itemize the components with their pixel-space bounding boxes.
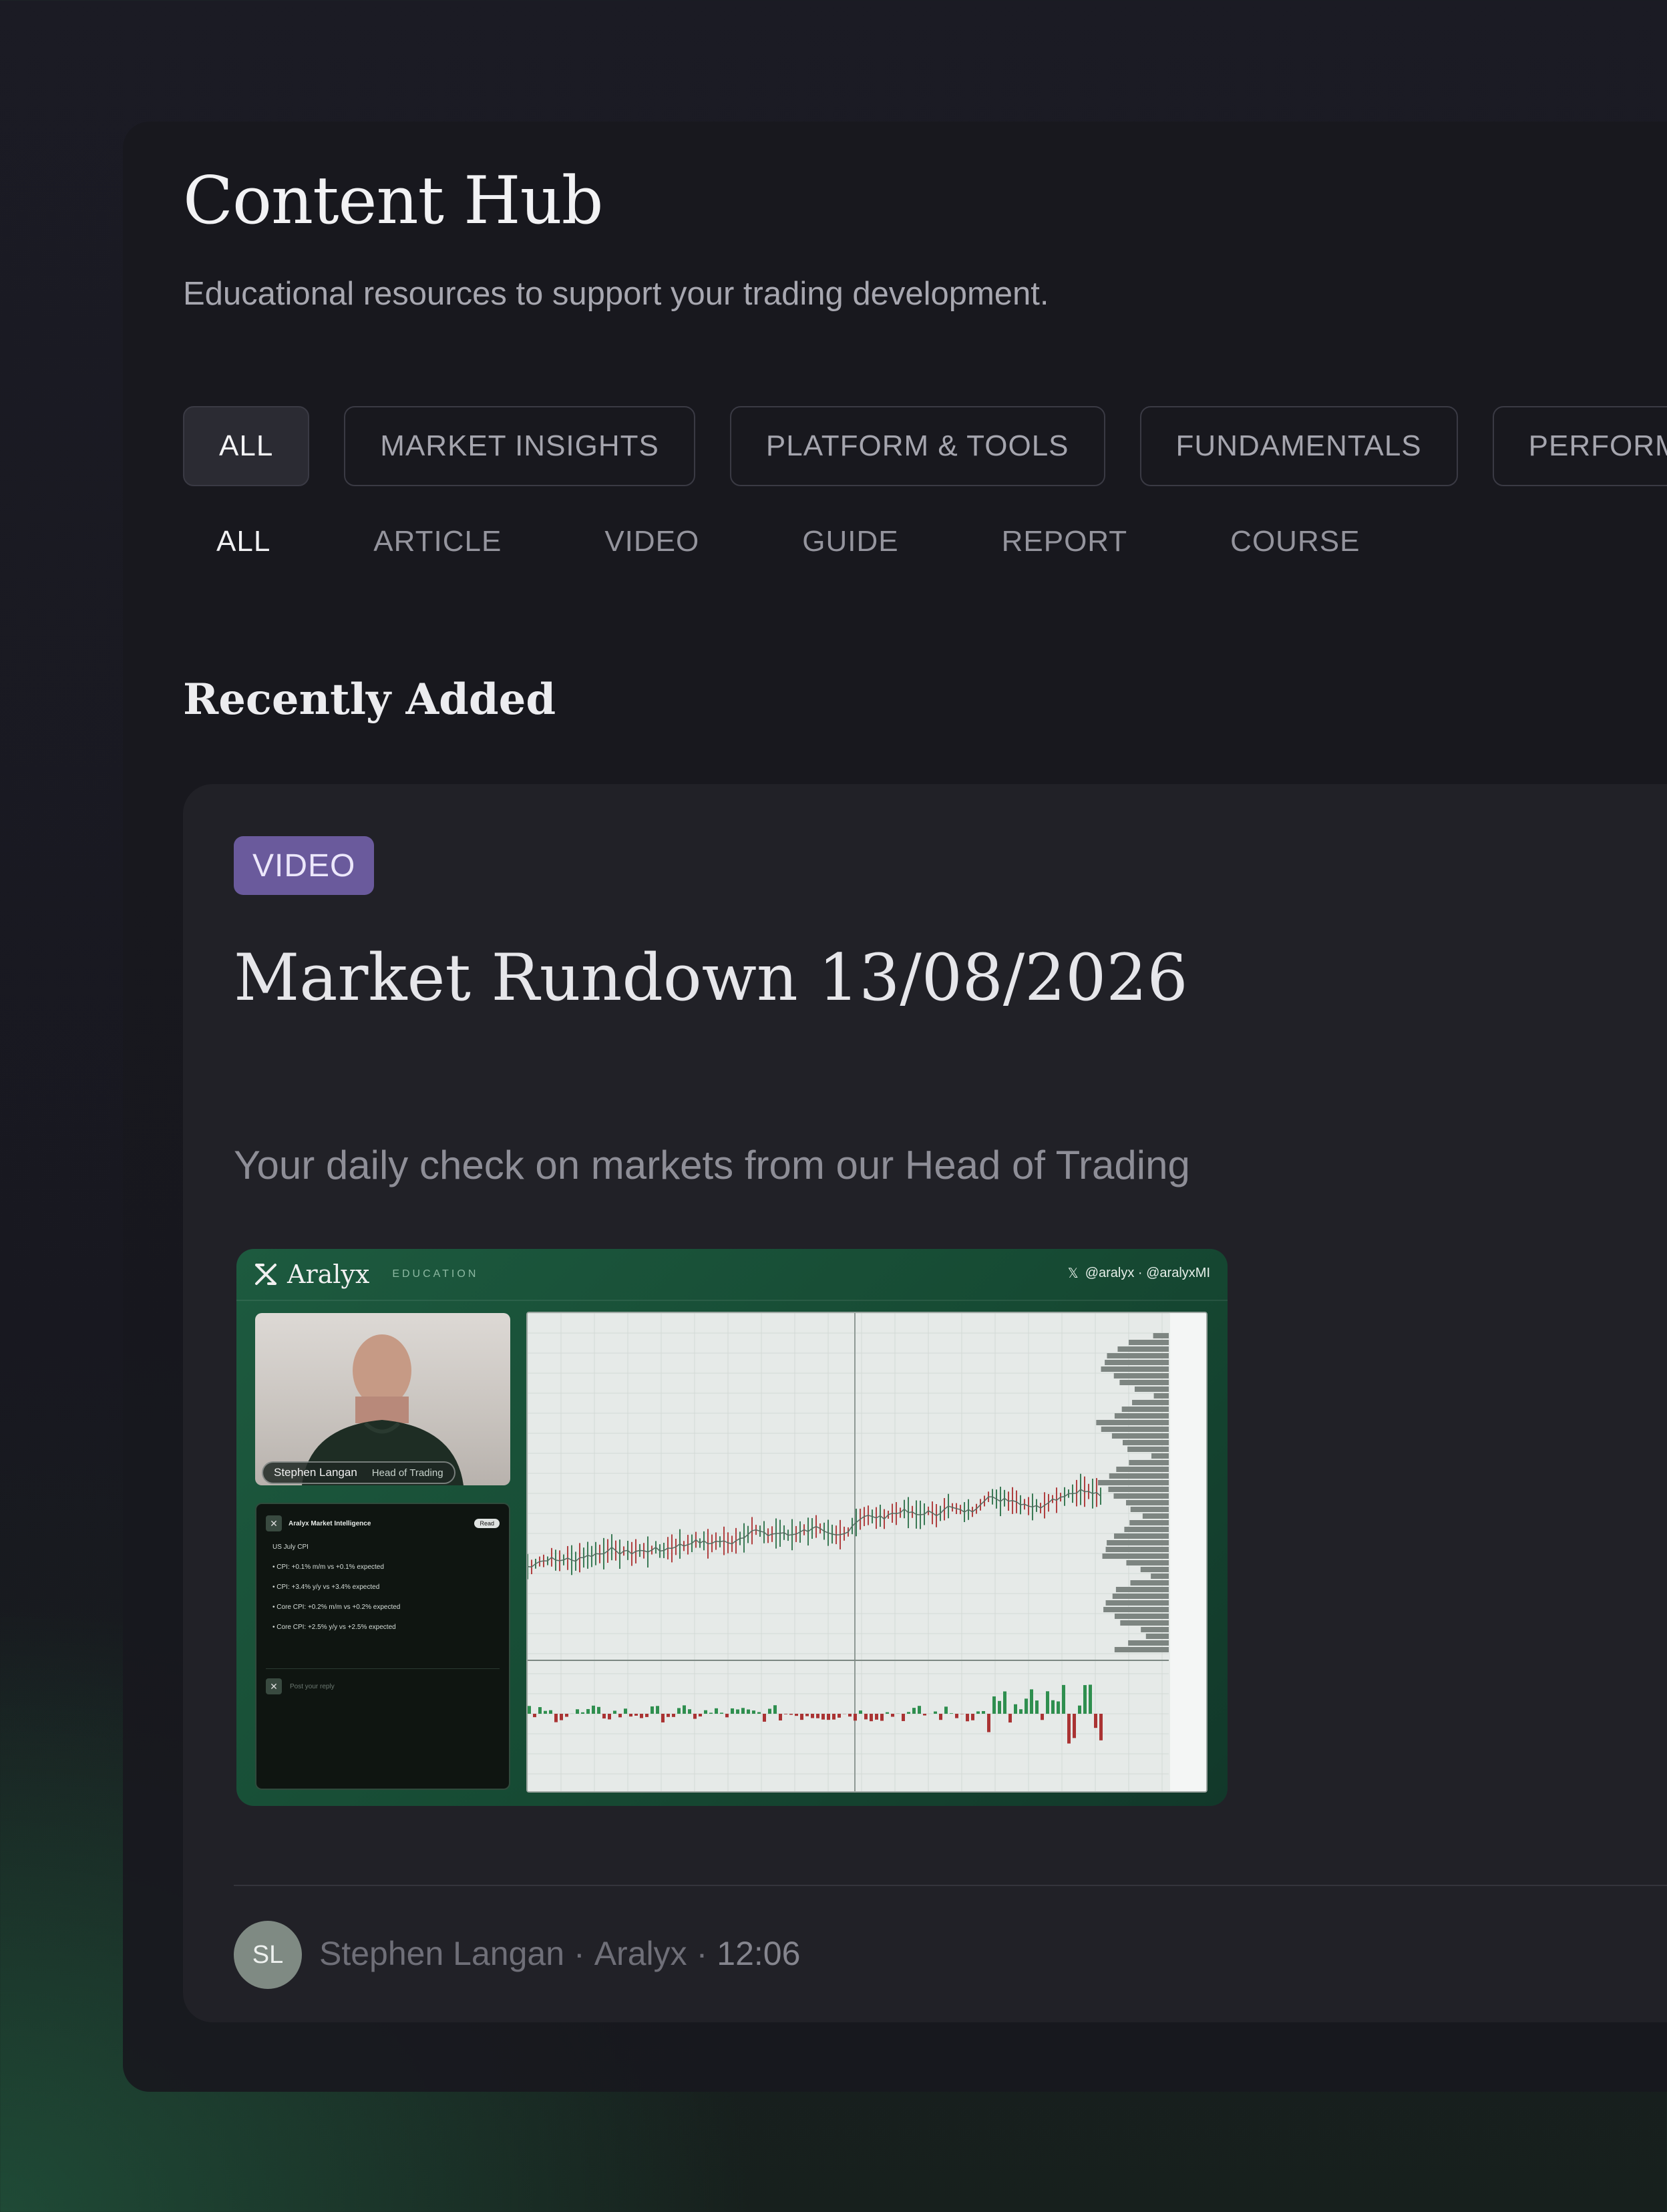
category-chip-market-insights[interactable]: MARKET INSIGHTS xyxy=(344,406,695,486)
thumbnail-social-handles: @aralyx · @aralyxMI xyxy=(1085,1266,1210,1280)
thumbnail-brand: Aralyx xyxy=(287,1260,370,1289)
page-subtitle: Educational resources to support your tr… xyxy=(183,276,1049,312)
type-tab-article[interactable]: ARTICLE xyxy=(373,525,502,558)
author-name[interactable]: Stephen Langan xyxy=(319,1934,564,1973)
tweet-line: • Core CPI: +2.5% y/y vs +2.5% expected xyxy=(272,1624,396,1631)
category-filters: ALL MARKET INSIGHTS PLATFORM & TOOLS FUN… xyxy=(183,406,1667,486)
tweet-line: • Core CPI: +0.2% m/m vs +0.2% expected xyxy=(272,1604,401,1611)
tweet-follow-button: Read xyxy=(474,1519,500,1528)
presenter-name: Stephen Langan xyxy=(274,1466,357,1479)
meta-separator: · xyxy=(696,1935,708,1972)
type-tab-all[interactable]: ALL xyxy=(216,525,270,558)
video-duration: 12:06 xyxy=(717,1935,801,1972)
section-title: Recently Added xyxy=(183,675,556,725)
presenter-camera: Stephen Langan Head of Trading xyxy=(255,1313,510,1485)
tweet-line: • CPI: +0.1% m/m vs +0.1% expected xyxy=(272,1563,384,1571)
source-name: Aralyx xyxy=(594,1935,687,1972)
card-meta: Stephen Langan · Aralyx · 12:06 xyxy=(319,1934,800,1973)
type-tab-guide[interactable]: GUIDE xyxy=(802,525,898,558)
card-description: Your daily check on markets from our Hea… xyxy=(234,1143,1190,1187)
card-title[interactable]: Market Rundown 13/08/2026 xyxy=(234,940,1188,1015)
category-chip-performance[interactable]: PERFORMA xyxy=(1492,406,1667,486)
thumbnail-header: Aralyx EDUCATION 𝕏 @aralyx · @aralyxMI xyxy=(236,1249,1228,1301)
meta-separator: · xyxy=(574,1935,585,1972)
tweet-author: Aralyx Market Intelligence xyxy=(289,1519,371,1527)
content-type-badge: VIDEO xyxy=(234,836,375,895)
tweet-header: ✕ Aralyx Market Intelligence Read xyxy=(266,1512,500,1535)
type-tab-report[interactable]: REPORT xyxy=(1002,525,1128,558)
reply-avatar: ✕ xyxy=(266,1678,282,1694)
type-tab-video[interactable]: VIDEO xyxy=(604,525,699,558)
type-tab-course[interactable]: COURSE xyxy=(1230,525,1360,558)
presenter-nameplate: Stephen Langan Head of Trading xyxy=(262,1461,455,1484)
x-logo-icon: 𝕏 xyxy=(1067,1266,1079,1281)
category-chip-fundamentals[interactable]: FUNDAMENTALS xyxy=(1139,406,1458,486)
thumbnail-brand-tag: EDUCATION xyxy=(392,1268,479,1280)
video-thumbnail[interactable]: Aralyx EDUCATION 𝕏 @aralyx · @aralyxMI S… xyxy=(236,1249,1228,1806)
author-avatar: SL xyxy=(234,1921,302,1989)
card-divider xyxy=(234,1885,1667,1886)
presenter-image xyxy=(302,1334,464,1485)
tweet-panel: ✕ Aralyx Market Intelligence Read US Jul… xyxy=(255,1503,510,1790)
tweet-reply-row: ✕ Post your reply xyxy=(266,1668,500,1694)
content-type-tabs: ALL ARTICLE VIDEO GUIDE REPORT COURSE xyxy=(216,525,1463,558)
presenter-role: Head of Trading xyxy=(371,1467,443,1479)
price-chart-screenshot xyxy=(526,1312,1208,1793)
thumbnail-social: 𝕏 @aralyx · @aralyxMI xyxy=(1068,1265,1210,1282)
tweet-avatar: ✕ xyxy=(266,1515,282,1531)
category-chip-all[interactable]: ALL xyxy=(183,406,310,486)
reply-placeholder: Post your reply xyxy=(290,1682,335,1690)
tweet-line: • CPI: +3.4% y/y vs +3.4% expected xyxy=(272,1584,380,1591)
thumbnail-logo: Aralyx EDUCATION xyxy=(254,1260,478,1289)
price-chart-image xyxy=(528,1313,1206,1791)
page-title: Content Hub xyxy=(183,163,603,239)
aralyx-logo-icon xyxy=(255,1264,276,1285)
tweet-heading: US July CPI xyxy=(272,1543,309,1551)
category-chip-platform-tools[interactable]: PLATFORM & TOOLS xyxy=(729,406,1105,486)
